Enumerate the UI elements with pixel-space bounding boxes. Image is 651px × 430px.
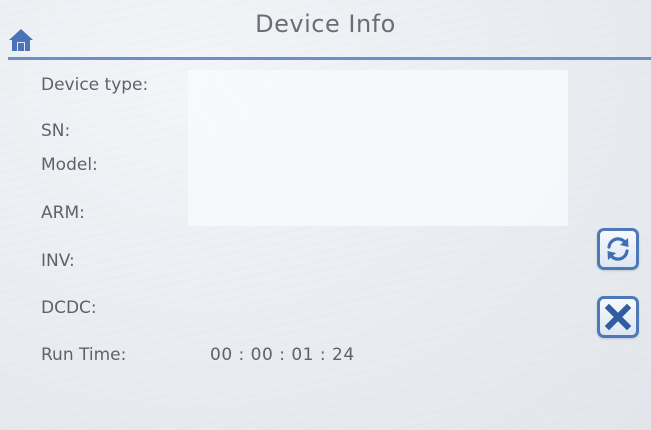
dcdc-label: DCDC: bbox=[41, 298, 97, 318]
inv-label: INV: bbox=[41, 251, 75, 271]
close-button[interactable] bbox=[597, 296, 639, 338]
info-panel bbox=[188, 70, 568, 226]
arm-label: ARM: bbox=[41, 203, 85, 223]
refresh-button[interactable] bbox=[597, 228, 639, 270]
close-icon bbox=[604, 303, 632, 331]
device-info-screen: Device Info Device type: SN: Model: ARM:… bbox=[0, 0, 651, 430]
refresh-icon bbox=[607, 237, 629, 261]
run-time-value: 00 : 00 : 01 : 24 bbox=[210, 345, 355, 365]
page-title: Device Info bbox=[255, 10, 396, 38]
device-type-label: Device type: bbox=[41, 75, 149, 95]
run-time-label: Run Time: bbox=[41, 345, 127, 365]
header-divider bbox=[8, 57, 651, 60]
sn-label: SN: bbox=[41, 121, 71, 141]
header-bar: Device Info bbox=[0, 0, 651, 57]
model-label: Model: bbox=[41, 155, 98, 175]
